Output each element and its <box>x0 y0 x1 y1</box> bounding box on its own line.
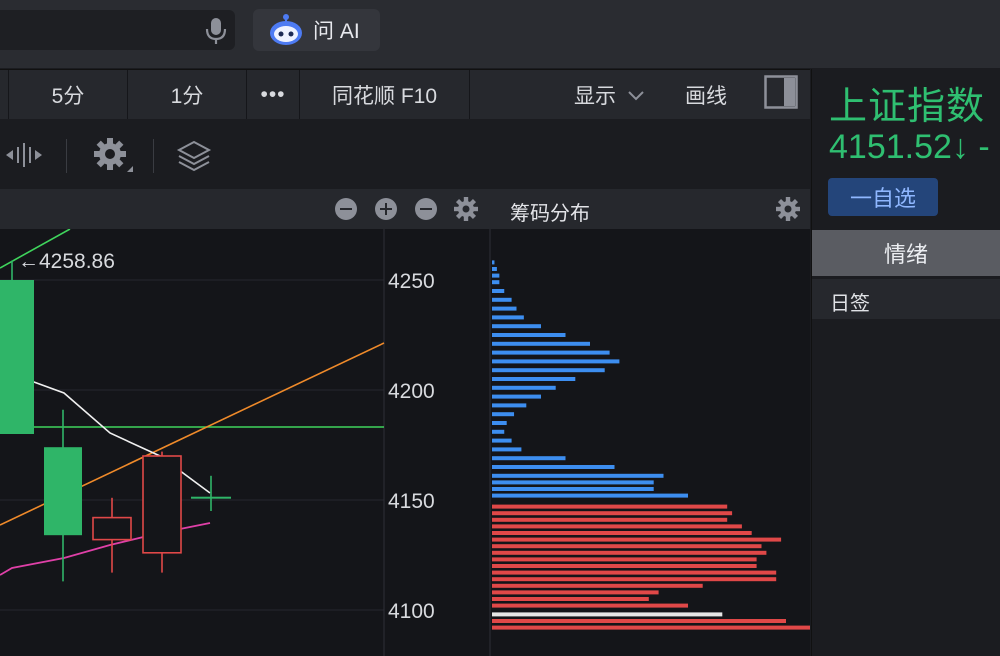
collapse-button[interactable] <box>415 198 437 220</box>
price-tick-label: 4250 <box>388 270 435 293</box>
search-input[interactable] <box>0 10 235 50</box>
chip-bar-profit <box>492 438 512 443</box>
chip-bar-loss <box>492 550 767 555</box>
chip-bar-profit <box>492 412 515 417</box>
chip-bar-loss <box>492 625 810 630</box>
stock-name: 上证指数 <box>829 86 986 128</box>
chevron-down-icon <box>628 90 644 100</box>
tab-1min[interactable]: 1分 <box>128 70 247 119</box>
chip-bar-loss <box>492 504 728 509</box>
candlestick-chart[interactable]: 4250 4200 4150 4100 ←4258.86 <box>0 229 810 656</box>
chip-bar-loss <box>492 511 733 516</box>
chip-bar-profit <box>492 368 605 373</box>
chip-bar-profit <box>492 465 615 469</box>
candle-body <box>142 455 182 554</box>
price-marker-label: ←4258.86 <box>18 250 115 273</box>
chip-bar-loss <box>492 603 688 608</box>
chip-bar-profit <box>492 315 524 320</box>
chip-bar-loss <box>492 590 659 595</box>
display-dropdown[interactable]: 显示 <box>560 70 660 119</box>
chip-bar-profit <box>492 267 497 271</box>
chip-bar-profit <box>492 341 590 346</box>
fit-width-icon[interactable] <box>4 141 44 169</box>
chip-bar-profit <box>492 350 610 355</box>
chip-bar-profit <box>492 273 500 278</box>
price-tick-label: 4150 <box>388 490 435 513</box>
chip-bar-profit <box>492 377 576 381</box>
candle-body <box>44 447 82 536</box>
chip-settings-icon[interactable] <box>775 196 801 222</box>
price-tick-label: 4200 <box>388 380 435 403</box>
chart-header <box>0 189 810 229</box>
chip-bar-profit <box>492 289 505 293</box>
daily-sign-label: 日签 <box>830 293 870 315</box>
tab-5min[interactable]: 5分 <box>9 70 128 119</box>
chip-bar-loss <box>492 612 723 617</box>
chip-bar-profit <box>492 333 566 337</box>
chip-bar-profit <box>492 473 664 478</box>
zoom-in-button[interactable] <box>375 198 397 220</box>
tab-mood[interactable]: 情绪 <box>812 230 1000 276</box>
chip-bar-profit <box>492 394 541 399</box>
more-periods-button[interactable]: ••• <box>247 70 300 119</box>
chip-bar-loss <box>492 531 752 535</box>
zoom-out-button[interactable] <box>335 198 357 220</box>
add-favorite-button[interactable]: 一自选 <box>828 178 938 216</box>
divider <box>153 139 154 173</box>
chip-bar-loss <box>492 619 786 623</box>
chip-bar-loss <box>492 544 762 549</box>
chip-bar-profit <box>492 421 507 425</box>
settings-gear-icon[interactable] <box>92 136 136 176</box>
tab-f10[interactable]: 同花顺 F10 <box>300 70 470 119</box>
stock-price: 4151.52↓ - <box>829 128 990 166</box>
indicator-settings-icon[interactable] <box>453 196 479 222</box>
chip-bar-profit <box>492 306 517 311</box>
robot-icon <box>270 14 302 45</box>
chip-bar-profit <box>492 447 522 452</box>
chip-bar-profit <box>492 297 512 302</box>
panel-toggle-icon[interactable] <box>764 75 798 109</box>
chip-bar-profit <box>492 480 654 485</box>
chart-tool-row <box>0 119 810 189</box>
layers-icon[interactable] <box>176 139 212 173</box>
chip-bar-loss <box>492 524 742 529</box>
candle-body <box>191 496 231 499</box>
chip-bar-profit <box>492 260 495 265</box>
chip-distribution-title: 筹码分布 <box>510 203 590 225</box>
ask-ai-label: 问 AI <box>313 20 360 43</box>
daily-sign-row[interactable]: 日签 <box>812 279 1000 319</box>
price-tick-label: 4100 <box>388 600 435 623</box>
microphone-icon[interactable] <box>203 16 229 46</box>
chip-bar-loss <box>492 537 782 542</box>
candle-body <box>92 516 132 541</box>
chip-bar-profit <box>492 280 500 285</box>
chip-bar-loss <box>492 577 777 582</box>
ask-ai-button[interactable]: 问 AI <box>253 9 380 51</box>
chip-bar-profit <box>492 493 688 498</box>
chip-bar-profit <box>492 429 505 434</box>
divider <box>66 139 67 173</box>
period-toolbar: 5分 1分 ••• 同花顺 F10 显示 画线 <box>0 69 810 120</box>
chip-bar-loss <box>492 517 728 522</box>
chip-bar-profit <box>492 359 620 364</box>
chip-bar-profit <box>492 385 556 390</box>
chip-bar-profit <box>492 487 654 491</box>
chip-bar-profit <box>492 403 527 408</box>
chip-bar-loss <box>492 557 757 562</box>
chip-bar-loss <box>492 570 777 575</box>
draw-line-button[interactable]: 画线 <box>666 70 746 119</box>
display-label: 显示 <box>574 84 616 108</box>
candle-body <box>0 280 34 434</box>
chip-bar-profit <box>492 324 541 329</box>
chip-bar-loss <box>492 564 757 568</box>
tab-partial[interactable] <box>0 70 9 119</box>
chip-bar-profit <box>492 456 566 461</box>
chip-bar-loss <box>492 583 703 588</box>
chip-bar-loss <box>492 597 649 601</box>
